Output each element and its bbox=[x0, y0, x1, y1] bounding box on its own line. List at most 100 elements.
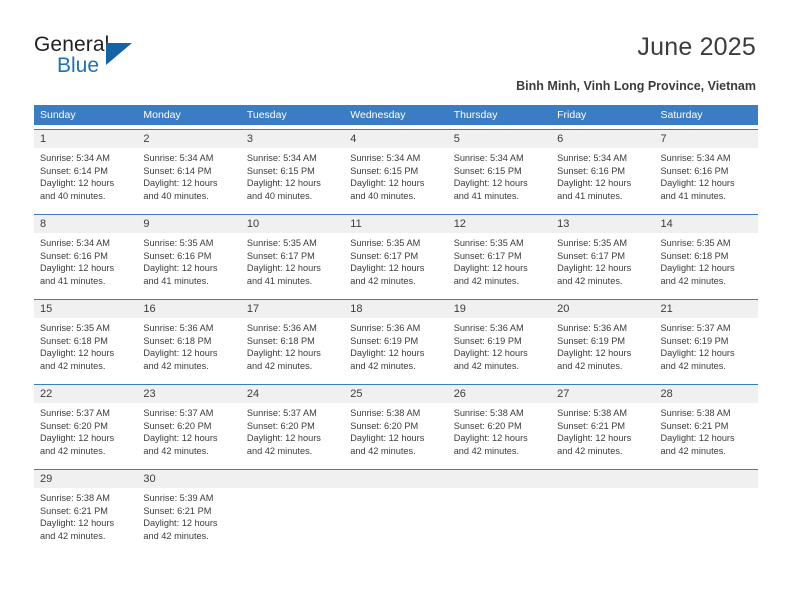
sunset-text: Sunset: 6:16 PM bbox=[557, 165, 626, 176]
day-number: 3 bbox=[240, 130, 345, 148]
day-number: 23 bbox=[137, 385, 241, 403]
day-number bbox=[551, 470, 655, 488]
day-details: Sunrise: 5:35 AM Sunset: 6:17 PM Dayligh… bbox=[448, 233, 551, 293]
sunset-text: Sunset: 6:16 PM bbox=[143, 250, 212, 261]
calendar-day-cell[interactable]: 7 Sunrise: 5:34 AM Sunset: 6:16 PM Dayli… bbox=[654, 130, 758, 210]
day-number: 12 bbox=[447, 215, 552, 233]
calendar-day-cell[interactable]: 11 Sunrise: 5:35 AM Sunset: 6:17 PM Dayl… bbox=[344, 215, 448, 295]
daylight-text-line2: and 42 minutes. bbox=[453, 360, 520, 371]
day-number: 2 bbox=[137, 130, 241, 148]
sunset-text: Sunset: 6:17 PM bbox=[350, 250, 419, 261]
calendar-day-cell[interactable]: 5 Sunrise: 5:34 AM Sunset: 6:15 PM Dayli… bbox=[447, 130, 552, 210]
calendar-day-cell[interactable]: 1 Sunrise: 5:34 AM Sunset: 6:14 PM Dayli… bbox=[34, 130, 138, 210]
sunset-text: Sunset: 6:16 PM bbox=[660, 165, 729, 176]
calendar-day-cell[interactable]: 16 Sunrise: 5:36 AM Sunset: 6:18 PM Dayl… bbox=[137, 300, 241, 380]
sunrise-text: Sunrise: 5:35 AM bbox=[660, 238, 731, 248]
day-details: Sunrise: 5:38 AM Sunset: 6:20 PM Dayligh… bbox=[344, 403, 447, 463]
day-details: Sunrise: 5:37 AM Sunset: 6:20 PM Dayligh… bbox=[241, 403, 344, 463]
day-number: 15 bbox=[34, 300, 138, 318]
calendar-day-cell[interactable]: 10 Sunrise: 5:35 AM Sunset: 6:17 PM Dayl… bbox=[240, 215, 345, 295]
calendar-day-cell[interactable]: 14 Sunrise: 5:35 AM Sunset: 6:18 PM Dayl… bbox=[654, 215, 758, 295]
calendar-day-cell[interactable]: 25 Sunrise: 5:38 AM Sunset: 6:20 PM Dayl… bbox=[344, 385, 448, 465]
calendar-day-cell[interactable]: 9 Sunrise: 5:35 AM Sunset: 6:16 PM Dayli… bbox=[137, 215, 241, 295]
calendar-day-cell[interactable]: 12 Sunrise: 5:35 AM Sunset: 6:17 PM Dayl… bbox=[447, 215, 552, 295]
daylight-text-line1: Daylight: 12 hours bbox=[660, 263, 735, 274]
day-number: 16 bbox=[137, 300, 241, 318]
calendar-day-cell[interactable]: 24 Sunrise: 5:37 AM Sunset: 6:20 PM Dayl… bbox=[240, 385, 345, 465]
calendar-day-cell[interactable]: 23 Sunrise: 5:37 AM Sunset: 6:20 PM Dayl… bbox=[137, 385, 241, 465]
day-number: 20 bbox=[551, 300, 655, 318]
sunrise-text: Sunrise: 5:37 AM bbox=[246, 408, 317, 418]
daylight-text-line1: Daylight: 12 hours bbox=[246, 433, 321, 444]
day-details: Sunrise: 5:38 AM Sunset: 6:21 PM Dayligh… bbox=[551, 403, 654, 463]
calendar-day-cell[interactable]: 30 Sunrise: 5:39 AM Sunset: 6:21 PM Dayl… bbox=[137, 470, 241, 550]
calendar-day-cell[interactable]: 29 Sunrise: 5:38 AM Sunset: 6:21 PM Dayl… bbox=[34, 470, 138, 550]
calendar-day-cell[interactable]: 2 Sunrise: 5:34 AM Sunset: 6:14 PM Dayli… bbox=[137, 130, 241, 210]
calendar-day-cell[interactable]: 8 Sunrise: 5:34 AM Sunset: 6:16 PM Dayli… bbox=[34, 215, 138, 295]
daylight-text-line2: and 40 minutes. bbox=[143, 190, 209, 201]
weekday-header-tuesday: Tuesday bbox=[246, 109, 287, 121]
calendar-day-cell-empty bbox=[447, 470, 552, 550]
sunrise-text: Sunrise: 5:35 AM bbox=[453, 238, 524, 248]
daylight-text-line2: and 42 minutes. bbox=[40, 445, 106, 456]
sunset-text: Sunset: 6:18 PM bbox=[660, 250, 729, 261]
calendar-day-cell[interactable]: 4 Sunrise: 5:34 AM Sunset: 6:15 PM Dayli… bbox=[344, 130, 448, 210]
calendar-day-cell[interactable]: 27 Sunrise: 5:38 AM Sunset: 6:21 PM Dayl… bbox=[551, 385, 655, 465]
daylight-text-line1: Daylight: 12 hours bbox=[143, 348, 218, 359]
calendar-day-cell[interactable]: 13 Sunrise: 5:35 AM Sunset: 6:17 PM Dayl… bbox=[551, 215, 655, 295]
day-number bbox=[447, 470, 552, 488]
daylight-text-line2: and 42 minutes. bbox=[660, 275, 726, 286]
day-details: Sunrise: 5:34 AM Sunset: 6:15 PM Dayligh… bbox=[448, 148, 551, 208]
sunset-text: Sunset: 6:18 PM bbox=[40, 335, 108, 346]
sunrise-text: Sunrise: 5:35 AM bbox=[40, 323, 110, 333]
day-details: Sunrise: 5:34 AM Sunset: 6:15 PM Dayligh… bbox=[241, 148, 344, 208]
daylight-text-line1: Daylight: 12 hours bbox=[557, 433, 632, 444]
day-number: 8 bbox=[34, 215, 138, 233]
calendar-week-row: 15 Sunrise: 5:35 AM Sunset: 6:18 PM Dayl… bbox=[34, 299, 758, 380]
daylight-text-line2: and 42 minutes. bbox=[660, 445, 726, 456]
general-blue-logo[interactable]: General Blue bbox=[34, 33, 234, 81]
daylight-text-line2: and 42 minutes. bbox=[246, 445, 313, 456]
calendar-day-cell[interactable]: 20 Sunrise: 5:36 AM Sunset: 6:19 PM Dayl… bbox=[551, 300, 655, 380]
calendar-week-row: 1 Sunrise: 5:34 AM Sunset: 6:14 PM Dayli… bbox=[34, 129, 758, 210]
sunrise-text: Sunrise: 5:36 AM bbox=[557, 323, 628, 333]
daylight-text-line2: and 42 minutes. bbox=[453, 445, 520, 456]
calendar-day-cell[interactable]: 15 Sunrise: 5:35 AM Sunset: 6:18 PM Dayl… bbox=[34, 300, 138, 380]
calendar-day-cell[interactable]: 22 Sunrise: 5:37 AM Sunset: 6:20 PM Dayl… bbox=[34, 385, 138, 465]
sunrise-text: Sunrise: 5:35 AM bbox=[350, 238, 421, 248]
page-subtitle-location: Binh Minh, Vinh Long Province, Vietnam bbox=[516, 79, 756, 93]
day-details: Sunrise: 5:34 AM Sunset: 6:16 PM Dayligh… bbox=[551, 148, 654, 208]
sunrise-text: Sunrise: 5:35 AM bbox=[246, 238, 317, 248]
day-details: Sunrise: 5:35 AM Sunset: 6:17 PM Dayligh… bbox=[551, 233, 654, 293]
calendar-day-cell[interactable]: 21 Sunrise: 5:37 AM Sunset: 6:19 PM Dayl… bbox=[654, 300, 758, 380]
calendar-day-cell[interactable]: 26 Sunrise: 5:38 AM Sunset: 6:20 PM Dayl… bbox=[447, 385, 552, 465]
daylight-text-line1: Daylight: 12 hours bbox=[40, 178, 115, 189]
calendar-week-row: 22 Sunrise: 5:37 AM Sunset: 6:20 PM Dayl… bbox=[34, 384, 758, 465]
calendar-day-cell[interactable]: 19 Sunrise: 5:36 AM Sunset: 6:19 PM Dayl… bbox=[447, 300, 552, 380]
weekday-header-friday: Friday bbox=[557, 109, 587, 121]
sunset-text: Sunset: 6:19 PM bbox=[453, 335, 522, 346]
daylight-text-line2: and 42 minutes. bbox=[246, 360, 313, 371]
daylight-text-line2: and 42 minutes. bbox=[557, 275, 623, 286]
triangle-icon bbox=[106, 43, 132, 65]
calendar-day-cell[interactable]: 6 Sunrise: 5:34 AM Sunset: 6:16 PM Dayli… bbox=[551, 130, 655, 210]
daylight-text-line2: and 42 minutes. bbox=[40, 530, 106, 541]
daylight-text-line1: Daylight: 12 hours bbox=[350, 348, 425, 359]
calendar-week-row: 29 Sunrise: 5:38 AM Sunset: 6:21 PM Dayl… bbox=[34, 469, 758, 550]
calendar-day-cell[interactable]: 3 Sunrise: 5:34 AM Sunset: 6:15 PM Dayli… bbox=[240, 130, 345, 210]
calendar-day-cell[interactable]: 17 Sunrise: 5:36 AM Sunset: 6:18 PM Dayl… bbox=[240, 300, 345, 380]
sunset-text: Sunset: 6:21 PM bbox=[143, 505, 212, 516]
daylight-text-line1: Daylight: 12 hours bbox=[143, 518, 218, 529]
calendar-day-cell[interactable]: 28 Sunrise: 5:38 AM Sunset: 6:21 PM Dayl… bbox=[654, 385, 758, 465]
page-title: June 2025 bbox=[637, 33, 756, 61]
calendar-day-cell-empty bbox=[551, 470, 655, 550]
sunset-text: Sunset: 6:21 PM bbox=[557, 420, 626, 431]
daylight-text-line2: and 42 minutes. bbox=[40, 360, 106, 371]
sunset-text: Sunset: 6:16 PM bbox=[40, 250, 108, 261]
daylight-text-line1: Daylight: 12 hours bbox=[40, 433, 115, 444]
sunset-text: Sunset: 6:20 PM bbox=[246, 420, 315, 431]
sunrise-text: Sunrise: 5:34 AM bbox=[660, 153, 731, 163]
sunset-text: Sunset: 6:18 PM bbox=[246, 335, 315, 346]
sunrise-text: Sunrise: 5:38 AM bbox=[40, 493, 110, 503]
calendar-day-cell[interactable]: 18 Sunrise: 5:36 AM Sunset: 6:19 PM Dayl… bbox=[344, 300, 448, 380]
